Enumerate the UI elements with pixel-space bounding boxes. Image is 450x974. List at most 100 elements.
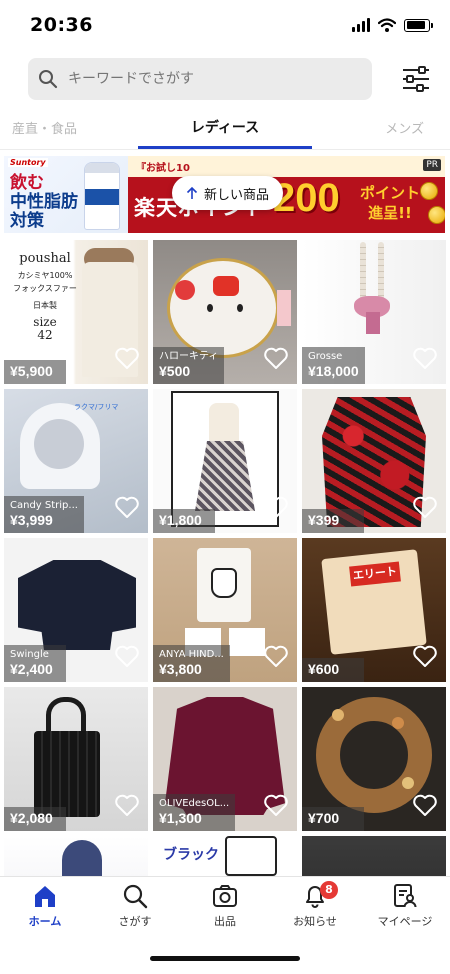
nav-sell[interactable]: 出品 (180, 883, 270, 929)
product-grid: poushal カシミヤ100% フォックスファー 日本製 size 42 ¥5… (4, 240, 446, 876)
product-card[interactable] (302, 836, 446, 876)
product-label: ¥700 (302, 807, 364, 831)
tab-ladies[interactable]: レディース (0, 117, 450, 137)
battery-level (406, 21, 426, 29)
tab-divider (0, 149, 450, 150)
product-label: OLIVEdesOL... ¥1,300 (153, 794, 236, 831)
product-name: Swingle (10, 649, 49, 660)
product-name: Candy Strip... (10, 500, 78, 511)
status-time: 20:36 (30, 14, 93, 36)
product-price: ¥18,000 (308, 363, 359, 379)
search-input[interactable] (68, 71, 348, 87)
product-card[interactable]: ブラック (153, 836, 297, 876)
ad-headline-line3: 対策 (10, 211, 44, 231)
product-label: ¥5,900 (4, 360, 66, 384)
ad-trial-text: 『お試し10 (136, 163, 190, 174)
product-label: ¥2,080 (4, 807, 66, 831)
status-bar: 20:36 (0, 0, 450, 52)
ad-brand-logo: Suntory (8, 158, 48, 167)
heart-icon[interactable] (412, 793, 438, 817)
search-icon (39, 70, 58, 89)
product-overlay-text: カシミヤ100% (17, 271, 73, 280)
product-name: ハローキティ (159, 351, 219, 362)
product-card[interactable]: エリート ¥600 (302, 538, 446, 682)
ad-points-text-1: ポイント (360, 184, 421, 202)
nav-mypage[interactable]: マイページ (360, 883, 450, 929)
product-overlay-text: フォックスファー (13, 284, 77, 293)
ad-bottle-image (84, 162, 120, 230)
heart-icon[interactable] (114, 793, 140, 817)
product-card[interactable]: ¥2,080 (4, 687, 148, 831)
new-items-label: 新しい商品 (204, 187, 270, 203)
search-bar[interactable] (28, 58, 372, 100)
product-price: ¥1,800 (159, 512, 202, 528)
ad-points-text: ポイント 進呈!! (360, 183, 420, 223)
heart-icon[interactable] (114, 346, 140, 370)
product-price: ¥3,800 (159, 661, 202, 677)
ad-trial-strip: 『お試し10 (128, 156, 445, 177)
nav-search-label: さがす (118, 915, 152, 928)
wifi-icon (378, 18, 396, 32)
product-card[interactable]: ANYA HIND... ¥3,800 (153, 538, 297, 682)
nav-home-label: ホーム (28, 915, 62, 928)
nav-search[interactable]: さがす (90, 883, 180, 929)
nav-sell-label: 出品 (214, 915, 236, 928)
product-price: ¥700 (308, 810, 340, 826)
product-card[interactable] (4, 836, 148, 876)
heart-icon[interactable] (263, 793, 289, 817)
product-label: Candy Strip... ¥3,999 (4, 496, 84, 533)
product-name: OLIVEdesOL... (159, 798, 230, 809)
product-overlay-text: ラクマ/フリマ (74, 403, 119, 411)
product-label: Grosse ¥18,000 (302, 347, 365, 384)
heart-icon[interactable] (114, 495, 140, 519)
product-card[interactable]: Grosse ¥18,000 (302, 240, 446, 384)
product-card[interactable]: ¥399 (302, 389, 446, 533)
ad-pr-badge: PR (423, 159, 441, 171)
product-price: ¥500 (159, 363, 191, 379)
heart-icon[interactable] (114, 644, 140, 668)
ad-headline-line2: 中性脂肪 (10, 192, 78, 212)
heart-icon[interactable] (412, 346, 438, 370)
notification-badge: 8 (320, 881, 338, 899)
product-price: ¥1,300 (159, 810, 202, 826)
heart-icon[interactable] (412, 495, 438, 519)
product-card[interactable]: ¥700 (302, 687, 446, 831)
coin-icon (420, 182, 438, 200)
product-card[interactable]: ラクマ/フリマ Candy Strip... ¥3,999 (4, 389, 148, 533)
product-label: ハローキティ ¥500 (153, 347, 225, 384)
ad-points-value: 200 (273, 176, 340, 220)
new-items-button[interactable]: 新しい商品 (172, 176, 284, 210)
profile-document-icon (394, 884, 417, 908)
camera-icon (213, 885, 237, 907)
signal-icon (352, 18, 370, 32)
nav-notifications[interactable]: 8 お知らせ (270, 881, 360, 929)
ad-headline-line1: 飲む (10, 173, 44, 193)
product-card[interactable]: Swingle ¥2,400 (4, 538, 148, 682)
heart-icon[interactable] (263, 495, 289, 519)
product-price: ¥2,080 (10, 810, 53, 826)
product-label: ¥399 (302, 509, 364, 533)
product-label: ANYA HIND... ¥3,800 (153, 645, 230, 682)
product-label: ¥1,800 (153, 509, 215, 533)
product-card[interactable]: ハローキティ ¥500 (153, 240, 297, 384)
coin-icon (428, 206, 445, 224)
nav-notifications-label: お知らせ (293, 915, 337, 928)
product-price: ¥600 (308, 661, 340, 677)
nav-home[interactable]: ホーム (0, 883, 90, 929)
heart-icon[interactable] (263, 644, 289, 668)
product-card[interactable]: poushal カシミヤ100% フォックスファー 日本製 size 42 ¥5… (4, 240, 148, 384)
heart-icon[interactable] (412, 644, 438, 668)
product-overlay-text: 42 (37, 328, 53, 342)
product-price: ¥5,900 (10, 363, 53, 379)
product-overlay-text: 日本製 (33, 301, 57, 310)
tab-mens[interactable]: メンズ (385, 118, 424, 137)
product-price: ¥3,999 (10, 512, 53, 528)
product-card[interactable]: OLIVEdesOL... ¥1,300 (153, 687, 297, 831)
heart-icon[interactable] (263, 346, 289, 370)
product-overlay-text: poushal (19, 251, 71, 266)
filter-settings-icon[interactable] (400, 66, 432, 92)
nav-mypage-label: マイページ (377, 915, 433, 928)
product-overlay-text: ブラック (163, 847, 219, 863)
ad-points-text-2: 進呈!! (368, 204, 412, 222)
product-card[interactable]: ¥1,800 (153, 389, 297, 533)
